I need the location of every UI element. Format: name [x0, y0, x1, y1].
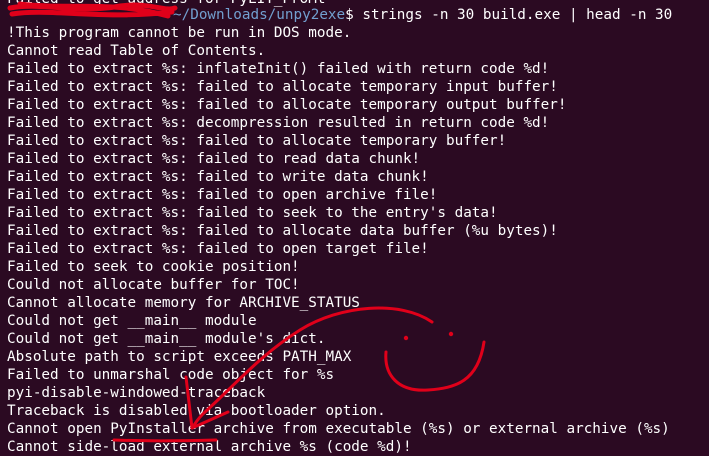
output-line: Failed to seek to cookie position!	[7, 259, 300, 275]
output-line: Failed to unmarshal code object for %s	[7, 367, 335, 383]
output-line: Failed to extract %s: failed to open arc…	[7, 187, 438, 203]
output-line: Failed to extract %s: inflateInit() fail…	[7, 61, 550, 77]
prompt-path: ~/Downloads/unpy2exe	[173, 7, 346, 23]
output-line: Absolute path to script exceeds PATH_MAX	[7, 349, 352, 365]
output-line: Failed to extract %s: decompression resu…	[7, 115, 550, 131]
output-line: Traceback is disabled via bootloader opt…	[7, 403, 386, 419]
output-line: Could not get __main__ module's dict.	[7, 331, 326, 347]
output-line: Failed to extract %s: failed to write da…	[7, 169, 429, 185]
output-line: Cannot open PyInstaller archive from exe…	[7, 421, 670, 437]
output-line: Cannot read Table of Contents.	[7, 43, 266, 59]
prompt-command: strings -n 30 build.exe | head -n 30	[362, 7, 673, 23]
output-line: Failed to extract %s: failed to allocate…	[7, 223, 558, 239]
output-line: Failed to extract %s: failed to open tar…	[7, 241, 429, 257]
output-line: Could not get __main__ module	[7, 313, 257, 329]
output-line: Cannot side-load external archive %s (co…	[7, 439, 412, 455]
output-line: Could not allocate buffer for TOC!	[7, 277, 300, 293]
output-line: Cannot allocate memory for ARCHIVE_STATU…	[7, 295, 360, 311]
terminal-window[interactable]: Failed to get address for PyLIT_ProMt ~/…	[0, 0, 709, 455]
output-line: Failed to extract %s: failed to allocate…	[7, 79, 558, 95]
output-line: pyi-disable-windowed-traceback	[7, 385, 266, 401]
output-line: Failed to extract %s: failed to seek to …	[7, 205, 498, 221]
prompt-line: ~/Downloads/unpy2exe$ strings -n 30 buil…	[7, 6, 672, 24]
output-line: Failed to extract %s: failed to read dat…	[7, 151, 421, 167]
output-line: !This program cannot be run in DOS mode.	[7, 25, 352, 41]
output-line: Failed to extract %s: failed to allocate…	[7, 97, 567, 113]
output-line: Failed to extract %s: failed to allocate…	[7, 133, 507, 149]
prompt-symbol: $	[345, 7, 354, 23]
